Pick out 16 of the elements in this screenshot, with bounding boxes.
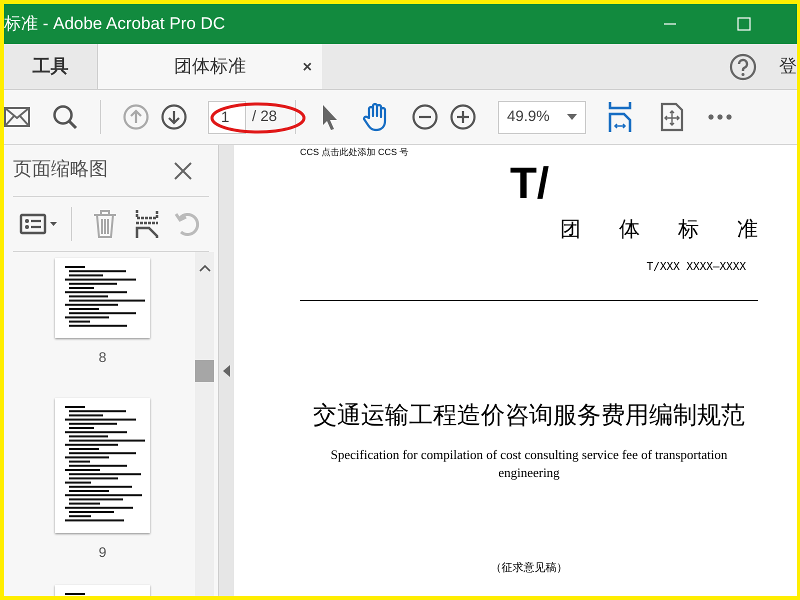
draft-note: （征求意见稿） — [490, 560, 568, 576]
ccs-note: CCS 点击此处添加 CCS 号 — [300, 146, 410, 159]
document-number: T/XXX XXXX—XXXX — [646, 259, 746, 275]
account-label[interactable]: 登 — [779, 53, 797, 80]
zoom-dropdown[interactable]: 49.9% — [498, 100, 586, 134]
page-number-label: 8 — [98, 348, 106, 367]
page-number-label: 9 — [98, 543, 106, 562]
close-tab-button[interactable]: × — [302, 56, 312, 80]
window-title: 标准 - Adobe Acrobat Pro DC — [4, 13, 226, 36]
standard-type: 团体标准 — [559, 216, 796, 242]
document-title: 交通运输工程造价咨询服务费用编制规范 — [312, 400, 746, 430]
panel-title: 页面缩略图 — [13, 158, 108, 182]
page-count: / 28 — [252, 106, 278, 127]
document-subtitle: Specification for compilation of cost consulting service fee of transportation engineering — [330, 446, 728, 482]
tab[interactable]: 团体标准 × — [98, 44, 322, 89]
standard-code: T/ — [510, 162, 550, 206]
